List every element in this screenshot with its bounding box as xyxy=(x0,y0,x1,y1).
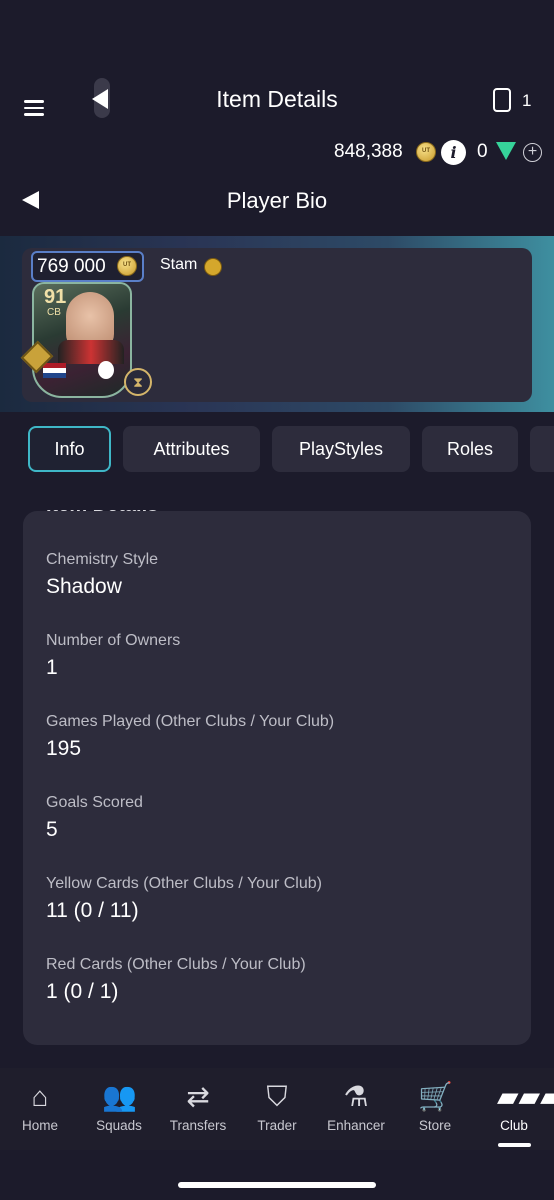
detail-label: Goals Scored xyxy=(46,794,143,811)
squads-icon: 👥 xyxy=(102,1081,137,1112)
coin-balance: 848,388 xyxy=(334,141,403,162)
detail-value: 11 (0 / 11) xyxy=(46,899,139,922)
tab-playstyles[interactable]: PlayStyles xyxy=(272,426,410,472)
nav-squads[interactable]: 👥 Squads xyxy=(79,1080,159,1133)
detail-label: Yellow Cards (Other Clubs / Your Club) xyxy=(46,875,322,892)
store-icon: 🛒 xyxy=(418,1081,453,1112)
tab-overflow[interactable] xyxy=(530,426,554,472)
home-indicator[interactable] xyxy=(178,1182,376,1188)
section-title: Player Bio xyxy=(226,188,328,213)
nav-transfers[interactable]: ⇄ Transfers xyxy=(158,1080,238,1133)
home-icon: ⌂ xyxy=(31,1081,49,1112)
nav-label: Enhancer xyxy=(327,1118,385,1133)
points-balance: 0 xyxy=(477,141,488,162)
card-icon[interactable] xyxy=(493,88,511,112)
detail-value: 195 xyxy=(46,737,82,760)
player-position: CB xyxy=(47,307,61,318)
untradeable-badge-icon xyxy=(204,258,222,276)
club-icon: ▰▰▰ xyxy=(497,1081,554,1112)
dna-icon[interactable]: ⧗ xyxy=(124,368,152,396)
detail-label: Games Played (Other Clubs / Your Club) xyxy=(46,713,335,730)
nav-trader[interactable]: ⛉ Trader xyxy=(237,1080,317,1133)
detail-value: 1 (0 / 1) xyxy=(46,980,119,1003)
detail-label: Red Cards (Other Clubs / Your Club) xyxy=(46,956,306,973)
info-icon[interactable]: i xyxy=(441,140,466,165)
nav-store[interactable]: 🛒 Store xyxy=(395,1080,475,1133)
nav-club[interactable]: ▰▰▰ Club xyxy=(474,1080,554,1133)
points-icon xyxy=(496,142,516,160)
player-name: Stam xyxy=(160,256,198,273)
nav-label: Club xyxy=(500,1118,528,1133)
nav-home[interactable]: ⌂ Home xyxy=(0,1080,80,1133)
detail-label: Number of Owners xyxy=(46,632,181,649)
tab-info[interactable]: Info xyxy=(28,426,111,472)
player-price: 769 000 xyxy=(37,256,106,277)
detail-value: Shadow xyxy=(46,575,122,598)
add-points-button[interactable]: + xyxy=(523,143,542,162)
active-tab-indicator xyxy=(498,1143,531,1147)
netherlands-flag-icon xyxy=(43,363,66,378)
enhancer-icon: ⚗ xyxy=(343,1081,369,1112)
player-shirt xyxy=(58,340,124,364)
price-coin-icon: UT xyxy=(117,256,137,276)
detail-value: 5 xyxy=(46,818,58,841)
detail-value: 1 xyxy=(46,656,58,679)
player-rating: 91 xyxy=(44,286,67,308)
trader-icon: ⛉ xyxy=(266,1081,288,1112)
detail-label: Chemistry Style xyxy=(46,551,159,568)
tab-roles[interactable]: Roles xyxy=(422,426,518,472)
tab-attributes[interactable]: Attributes xyxy=(123,426,260,472)
panel-heading: Item Details xyxy=(46,494,159,516)
nav-label: Home xyxy=(21,1118,58,1133)
nav-enhancer[interactable]: ⚗ Enhancer xyxy=(316,1080,396,1133)
page-title: Item Details xyxy=(216,86,338,112)
transfers-icon: ⇄ xyxy=(186,1081,210,1112)
card-count: 1 xyxy=(522,91,532,110)
nav-label: Squads xyxy=(96,1118,142,1133)
nav-label: Trader xyxy=(257,1118,297,1133)
coin-icon: UT xyxy=(416,142,436,162)
nav-label: Transfers xyxy=(169,1118,227,1133)
nav-label: Store xyxy=(418,1118,452,1133)
league-badge-icon xyxy=(98,361,114,379)
